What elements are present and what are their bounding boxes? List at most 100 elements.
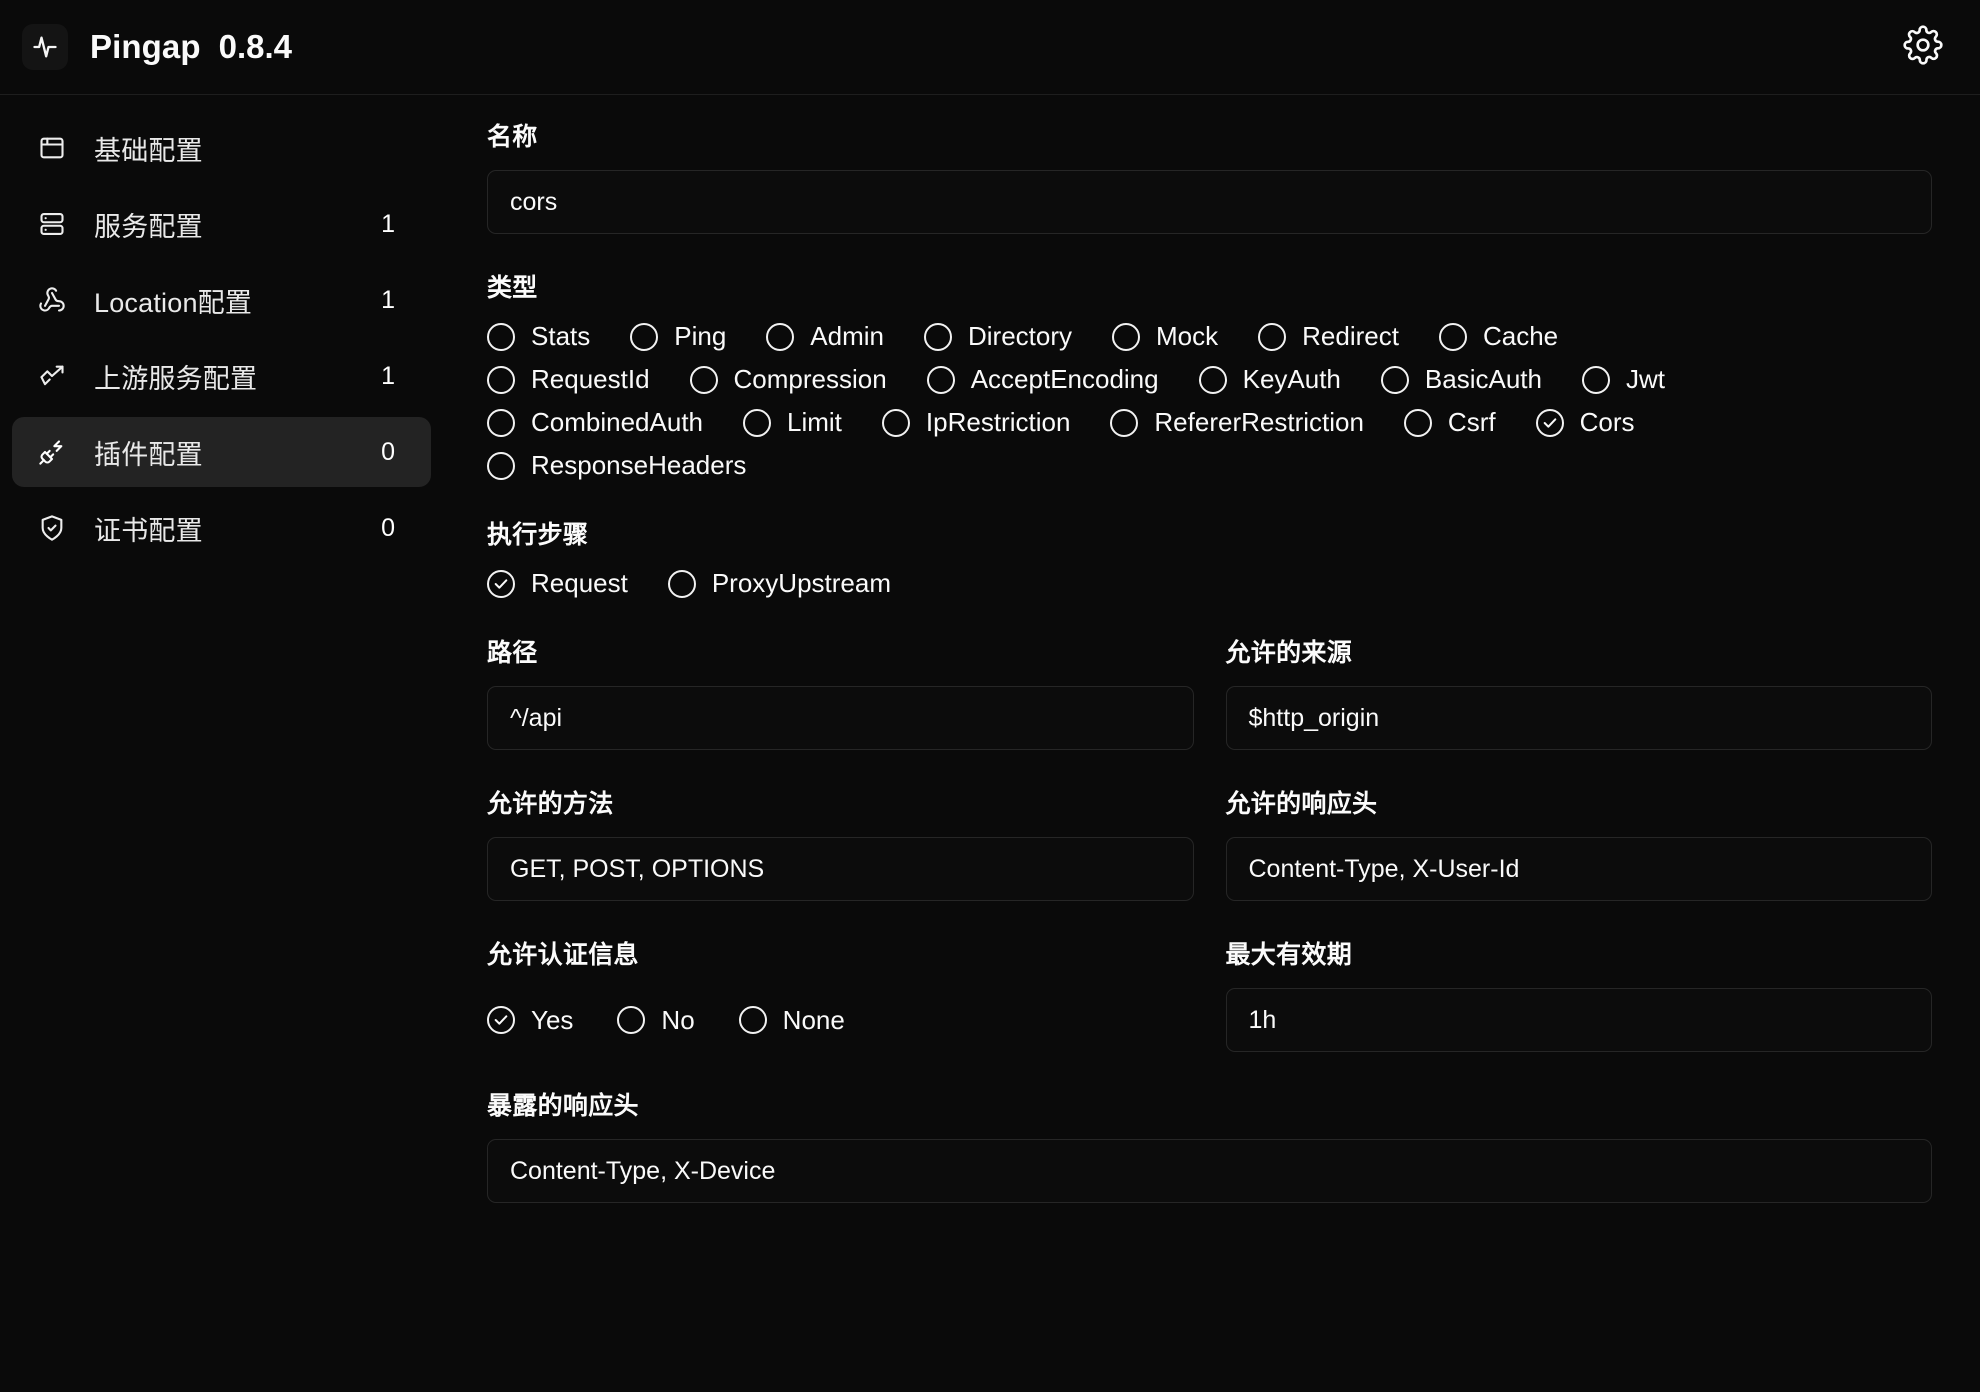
radio-type-compression[interactable]: Compression [689,364,887,395]
settings-button[interactable] [1896,20,1950,74]
radio-unchecked-icon [1110,408,1139,437]
activity-pulse-icon [31,33,59,61]
radio-label: Csrf [1447,407,1496,437]
radio-label: Jwt [1625,364,1665,394]
max-age-input[interactable]: 1h [1225,988,1932,1052]
expose-headers-label: 暴露的响应头 [487,1092,639,1120]
path-label: 路径 [487,639,538,667]
radio-type-redirect[interactable]: Redirect [1258,321,1399,352]
radio-type-limit[interactable]: Limit [743,407,842,438]
type-field-group: 类型 Stats Ping Admin Directory Mock Redirect Ca… [487,268,1932,481]
radio-credentials-yes[interactable]: Yes [487,1005,573,1036]
radio-label: KeyAuth [1242,364,1341,394]
allow-credentials-label: 允许认证信息 [487,941,639,969]
radio-step-request[interactable]: Request [487,568,628,599]
radio-unchecked-icon [926,365,955,394]
allow-methods-input[interactable]: GET, POST, OPTIONS [487,837,1194,901]
trending-up-icon [38,362,72,390]
sidebar-item-basic-config[interactable]: 基础配置 [12,113,431,183]
name-input[interactable]: cors [487,170,1932,234]
radio-label: Yes [531,1004,574,1035]
radio-type-keyauth[interactable]: KeyAuth [1198,364,1341,395]
expose-headers-input[interactable]: Content-Type, X-Device [487,1139,1932,1203]
radio-type-directory[interactable]: Directory [924,321,1072,352]
radio-label: Directory [968,321,1073,351]
sidebar: 基础配置 服务配置 1 Location配置 1 上游服务配置 1 插件配置 0… [0,95,449,1392]
radio-label: Cors [1579,407,1635,437]
radio-type-cors[interactable]: Cors [1535,407,1635,438]
radio-checked-icon [487,1006,515,1034]
sidebar-item-server-config[interactable]: 服务配置 1 [12,189,431,259]
allow-methods-field-group: 允许的方法 GET, POST, OPTIONS [487,784,1194,901]
radio-unchecked-icon [1112,322,1141,351]
radio-type-jwt[interactable]: Jwt [1581,364,1665,395]
radio-type-requestid[interactable]: RequestId [487,364,650,395]
step-field-group: 执行步骤 Request ProxyUpstream [487,515,1932,599]
allow-origin-input[interactable]: $http_origin [1225,686,1932,750]
sidebar-item-label: 服务配置 [94,211,203,242]
radio-type-acceptencoding[interactable]: AcceptEncoding [926,364,1159,395]
radio-credentials-no[interactable]: No [617,1005,695,1036]
sidebar-item-upstream-config[interactable]: 上游服务配置 1 [12,341,431,411]
radio-label: Admin [810,321,884,351]
radio-type-admin[interactable]: Admin [766,321,884,352]
server-icon [38,210,72,238]
radio-type-csrf[interactable]: Csrf [1403,407,1496,438]
app-logo [22,24,68,70]
type-radio-row: Stats Ping Admin Directory Mock Redirect Cache [487,321,1932,352]
radio-label: Mock [1156,321,1219,351]
path-field-group: 路径 ^/api [487,633,1194,750]
sidebar-item-location-config[interactable]: Location配置 1 [12,265,431,335]
allow-methods-label: 允许的方法 [487,790,614,818]
radio-step-proxyupstream[interactable]: ProxyUpstream [667,568,891,599]
radio-type-mock[interactable]: Mock [1112,321,1218,352]
radio-label: AcceptEncoding [970,364,1159,394]
radio-unchecked-icon [689,365,718,394]
type-radio-row: CombinedAuth Limit IpRestriction RefererRes… [487,407,1932,438]
sidebar-item-certificate-config[interactable]: 证书配置 0 [12,493,431,563]
radio-type-refererrestriction[interactable]: RefererRestriction [1110,407,1364,438]
app-root: Pingap 0.8.4 基础配置 服务配置 1 Location配置 1 上游… [0,0,1980,1392]
radio-unchecked-icon [1198,365,1227,394]
name-label: 名称 [487,123,538,151]
type-radio-group: Stats Ping Admin Directory Mock Redirect Cache… [487,321,1932,481]
methods-headers-row: 允许的方法 GET, POST, OPTIONS 允许的响应头 Content-… [487,784,1932,901]
radio-label: RequestId [531,364,650,394]
radio-type-ping[interactable]: Ping [630,321,726,352]
type-radio-row: RequestId Compression AcceptEncoding KeyAut… [487,364,1932,395]
sidebar-item-plugin-config[interactable]: 插件配置 0 [12,417,431,487]
max-age-label: 最大有效期 [1225,941,1353,969]
radio-label: Request [531,568,628,598]
radio-type-iprestriction[interactable]: IpRestriction [881,407,1070,438]
radio-label: Cache [1482,321,1559,351]
radio-type-basicauth[interactable]: BasicAuth [1380,364,1542,395]
app-version: 0.8.4 [218,28,293,65]
radio-type-stats[interactable]: Stats [487,321,590,352]
radio-unchecked-icon [766,322,795,351]
path-origin-row: 路径 ^/api 允许的来源 $http_origin [487,633,1932,750]
radio-type-responseheaders[interactable]: ResponseHeaders [487,450,746,481]
radio-unchecked-icon [630,322,659,351]
radio-type-combinedauth[interactable]: CombinedAuth [487,407,703,438]
name-field-group: 名称 cors [487,117,1932,234]
radio-unchecked-icon [617,1006,646,1034]
path-input[interactable]: ^/api [487,686,1194,750]
sidebar-item-label: 上游服务配置 [94,363,258,394]
allow-origin-label: 允许的来源 [1225,639,1353,667]
allow-headers-input[interactable]: Content-Type, X-User-Id [1225,837,1932,901]
radio-unchecked-icon [924,322,952,351]
radio-unchecked-icon [881,408,910,437]
allow-headers-label: 允许的响应头 [1225,790,1378,818]
allow-origin-field-group: 允许的来源 $http_origin [1225,633,1932,750]
sidebar-item-count: 1 [381,361,395,390]
radio-checked-icon [487,569,515,598]
radio-label: Redirect [1302,321,1399,351]
radio-type-cache[interactable]: Cache [1438,321,1559,352]
allow-credentials-radio-group: Yes No None [487,988,1194,1052]
credentials-maxage-row: 允许认证信息 Yes No None 最大有效期 1h [487,935,1932,1052]
radio-credentials-none[interactable]: None [738,1005,845,1036]
step-label: 执行步骤 [487,521,589,549]
radio-label: ResponseHeaders [531,450,747,480]
sidebar-item-label: 插件配置 [94,439,203,470]
plug-zap-icon [38,438,72,466]
